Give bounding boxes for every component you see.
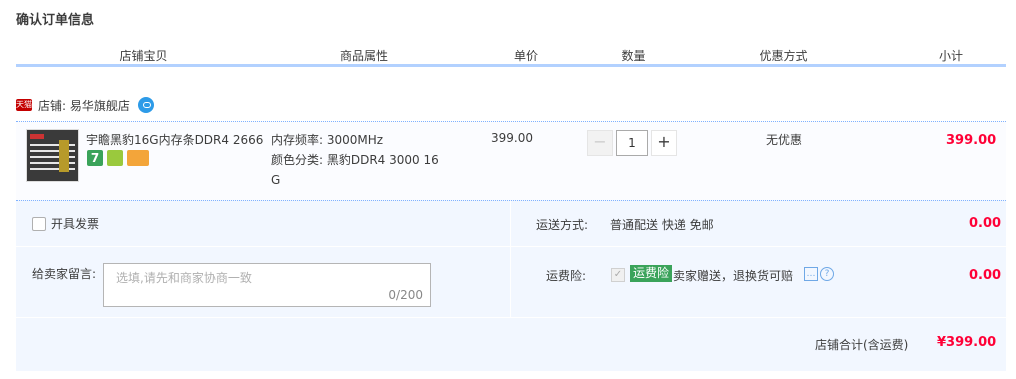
shop-name-link[interactable]: 店铺: 易华旗舰店 [38,97,130,114]
product-attribute-color: 颜色分类: 黑豹DDR4 3000 16 [271,153,439,167]
col-header-quantity: 数量 [621,49,646,63]
insurance-checkbox: ✓ [611,268,625,282]
unit-price: 399.00 [491,131,533,145]
message-icon[interactable]: … [804,267,818,281]
quantity-stepper: − + [587,130,677,156]
qty-input[interactable] [616,130,648,156]
shipping-method: 普通配送 快递 免邮 [610,218,714,232]
message-placeholder: 选填,请先和商家协商一致 [116,271,252,285]
insurance-tag: 运费险 [630,265,673,282]
table-header: 店铺宝贝 商品属性 单价 数量 优惠方式 小计 [16,42,1006,64]
tmall-icon: 天猫 [16,99,32,111]
shipping-fee: 0.00 [969,216,1002,231]
panel-divider-bottom [16,317,1006,318]
product-attribute-color-cont: G [271,173,281,187]
col-header-price: 单价 [513,49,538,63]
col-header-discount: 优惠方式 [759,49,808,63]
invoice-label: 开具发票 [51,217,100,231]
insurance-label: 运费险: [546,269,587,283]
seven-day-return-icon[interactable]: 7 [87,150,103,166]
insurance-info-icons: … ? [804,267,836,281]
product-name-link[interactable]: 宇瞻黑豹16G内存条DDR4 2666 [86,131,268,148]
qty-minus-button[interactable]: − [587,130,613,156]
invoice-checkbox[interactable] [32,216,46,231]
panel-divider-vertical [510,201,511,317]
col-header-item: 店铺宝贝 [119,49,168,63]
insurance-fee: 0.00 [969,268,1002,283]
card-icon[interactable] [127,150,149,166]
page-title: 确认订单信息 [16,13,95,28]
shop-row: 天猫 店铺: 易华旗舰店 [16,97,154,113]
help-icon[interactable]: ? [820,267,834,281]
shop-total-label: 店铺合计(含运费) [815,338,909,352]
product-attribute-frequency: 内存频率: 3000MHz [271,133,384,147]
discount-method: 无优惠 [766,133,803,147]
shop-total-value: ¥399.00 [937,335,997,350]
panel-divider [16,246,1006,247]
shipping-label: 运送方式: [536,218,589,232]
insurance-description: 卖家赠送，退换货可赔 [673,269,794,283]
qty-plus-button[interactable]: + [651,130,677,156]
col-header-subtotal: 小计 [938,49,963,63]
header-divider [16,64,1006,67]
message-label: 给卖家留言: [32,267,97,281]
product-thumbnail[interactable] [26,129,79,182]
guarantee-icon[interactable] [107,150,123,166]
invoice-option[interactable]: 开具发票 [32,215,99,232]
message-char-counter: 0/200 [388,288,423,302]
item-subtotal: 399.00 [946,133,997,148]
wangwang-chat-icon[interactable] [137,97,154,113]
col-header-attributes: 商品属性 [339,49,388,63]
seller-message-input[interactable]: 选填,请先和商家协商一致 0/200 [103,263,431,307]
